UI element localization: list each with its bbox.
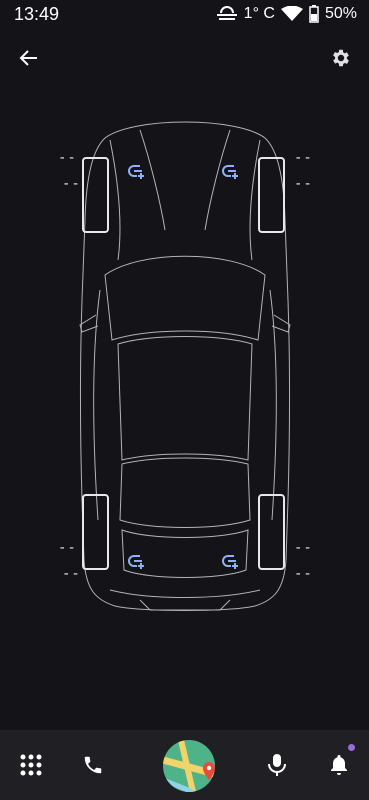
rear-right-pressure: -- [294,540,313,556]
battery-icon [309,5,319,23]
temperature: 1° C [243,5,275,22]
arrow-left-icon [19,50,37,66]
rear-left-temp: -- [62,566,81,582]
bell-icon [331,755,347,775]
maps-button[interactable] [163,740,215,792]
phone-button[interactable] [80,752,106,778]
sensor-icon-front-right [222,165,238,179]
apps-button[interactable] [18,752,44,778]
battery-percent: 50% [324,5,357,22]
gear-icon [333,49,349,67]
top-bar [0,40,369,76]
front-right-pressure: -- [294,150,313,166]
tire-front-right[interactable] [258,157,285,233]
sensor-icon-rear-right [222,555,238,569]
tire-rear-right[interactable] [258,494,285,570]
mic-icon [268,754,286,776]
grid-icon [20,754,42,776]
bottom-nav [0,730,369,800]
status-icons: 1° C 50% [216,5,357,23]
car-diagram: -- -- -- -- -- -- -- -- [0,100,369,640]
clock: 13:49 [14,3,60,24]
front-right-temp: -- [294,176,313,192]
phone-icon [84,756,102,774]
status-bar: 13:49 1° C 50% [0,0,369,28]
rear-right-temp: -- [294,566,313,582]
settings-button[interactable] [327,44,355,72]
sensor-icon-rear-left [128,555,144,569]
mic-button[interactable] [264,752,290,778]
tire-rear-left[interactable] [82,494,109,570]
front-left-pressure: -- [58,150,77,166]
front-left-temp: -- [62,176,81,192]
fog-icon [216,6,237,20]
back-button[interactable] [15,44,43,72]
rear-left-pressure: -- [58,540,77,556]
notifications-button[interactable] [326,744,355,778]
notification-dot [348,744,355,751]
map-icon [163,740,215,792]
wifi-icon [280,6,303,21]
car-outline [79,121,291,611]
sensor-icon-front-left [128,165,144,179]
tire-front-left[interactable] [82,157,109,233]
